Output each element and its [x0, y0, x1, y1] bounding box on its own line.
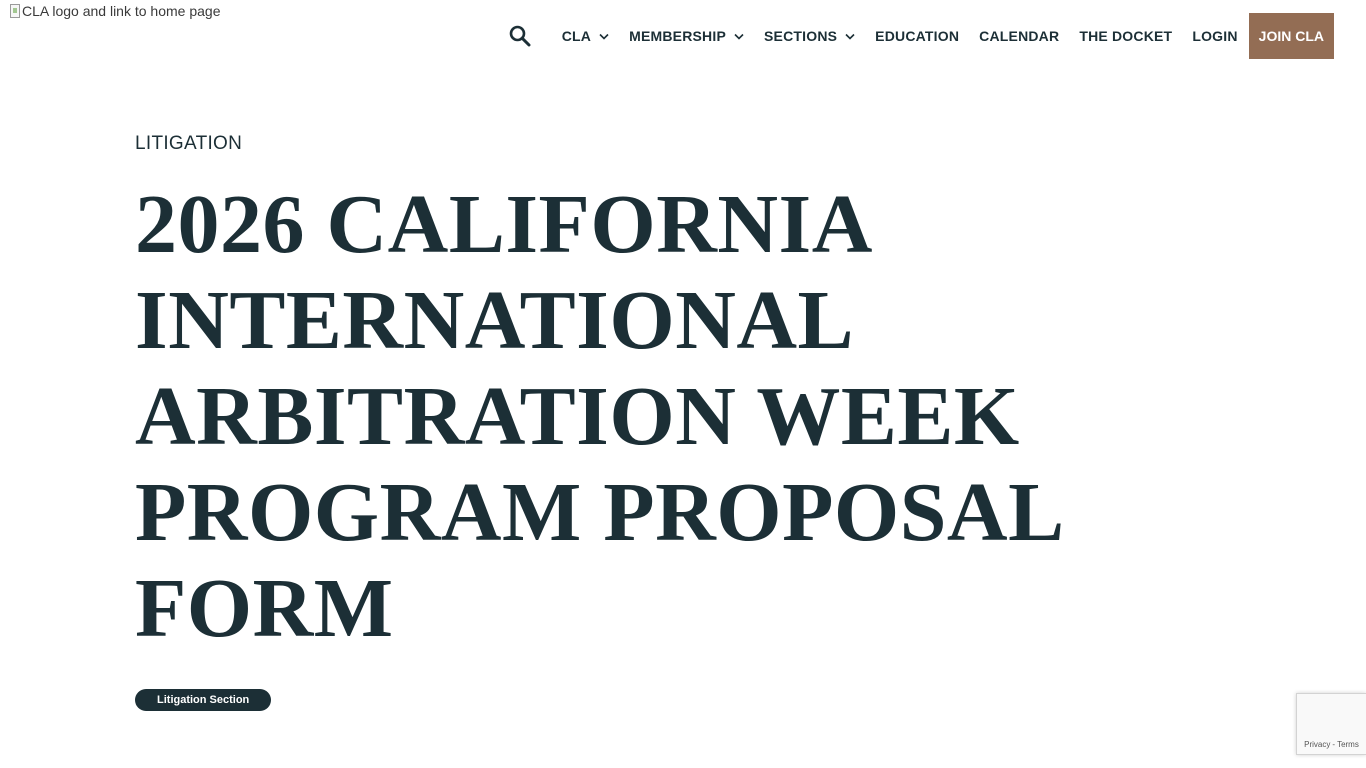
nav-item-label: SECTIONS [764, 28, 838, 44]
nav-item-calendar[interactable]: CALENDAR [979, 28, 1059, 44]
page-title: 2026 CALIFORNIA INTERNATIONAL ARBITRATIO… [135, 178, 1060, 655]
nav-item-login[interactable]: LOGIN [1192, 28, 1237, 44]
nav-item-education[interactable]: EDUCATION [875, 28, 959, 44]
nav-item-sections[interactable]: SECTIONS [764, 28, 855, 44]
chevron-down-icon [599, 33, 609, 40]
recaptcha-badge: Privacy - Terms [1296, 693, 1366, 755]
recaptcha-privacy-link[interactable]: Privacy [1304, 740, 1330, 749]
page: CLA logo and link to home page CLA MEMBE… [0, 0, 1366, 768]
nav-item-label: LOGIN [1192, 28, 1238, 44]
search-icon[interactable] [508, 24, 532, 48]
recaptcha-separator: - [1332, 740, 1336, 749]
chevron-down-icon [845, 33, 855, 40]
nav-item-label: EDUCATION [875, 28, 960, 44]
nav-item-membership[interactable]: MEMBERSHIP [629, 28, 744, 44]
nav-item-label: MEMBERSHIP [629, 28, 726, 44]
logo-alt-text: CLA logo and link to home page [22, 3, 221, 19]
recaptcha-terms-link[interactable]: Terms [1337, 740, 1359, 749]
broken-image-icon [10, 4, 20, 18]
join-cla-button[interactable]: JOIN CLA [1248, 13, 1334, 59]
category-label: LITIGATION [135, 133, 243, 154]
nav-item-the-docket[interactable]: THE DOCKET [1079, 28, 1172, 44]
nav-item-label: CLA [561, 28, 592, 44]
section-tag[interactable]: Litigation Section [135, 689, 272, 711]
main-nav: CLA MEMBERSHIP SECTIONS EDUCATION CALEND… [508, 13, 1334, 59]
nav-item-label: THE DOCKET [1079, 28, 1173, 44]
logo-link[interactable]: CLA logo and link to home page [10, 3, 220, 19]
nav-item-label: CALENDAR [979, 28, 1060, 44]
nav-item-cla[interactable]: CLA [562, 28, 609, 44]
chevron-down-icon [734, 33, 744, 40]
